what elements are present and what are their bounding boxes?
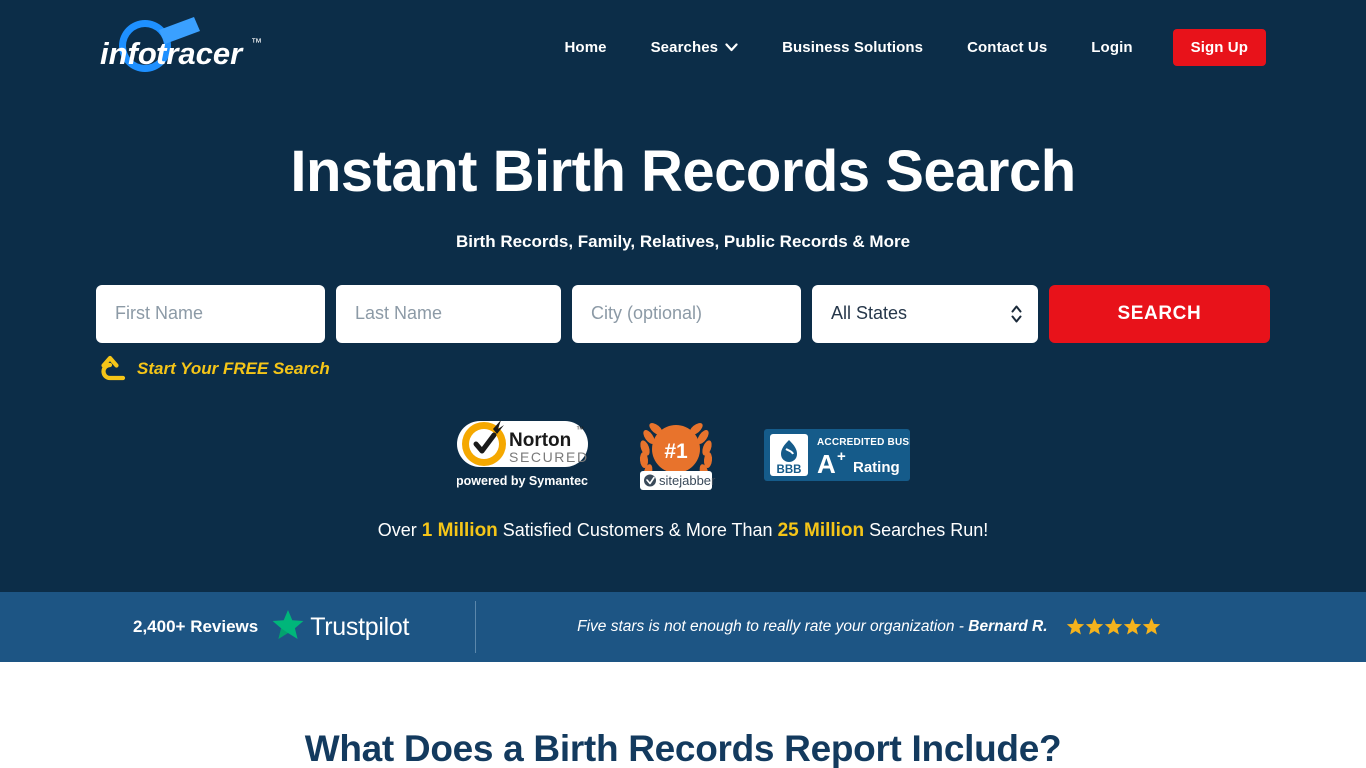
first-name-input[interactable]	[96, 284, 325, 343]
infotracer-logo[interactable]: info tracer ™	[96, 14, 274, 82]
content-section: What Does a Birth Records Report Include…	[0, 662, 1366, 768]
hero-section: info tracer ™ Home Searches Business Sol…	[0, 0, 1366, 592]
page-subtitle: Birth Records, Family, Relatives, Public…	[455, 231, 911, 251]
state-select-value: All States	[831, 303, 908, 324]
review-author: Bernard R.	[968, 618, 1048, 635]
nav-home[interactable]: Home	[543, 39, 629, 56]
trustpilot-brand-name: Trustpilot	[310, 612, 410, 641]
bbb-rating-word: Rating	[853, 459, 900, 476]
city-input[interactable]	[572, 284, 801, 343]
bbb-grade: A	[817, 449, 836, 479]
nav-searches[interactable]: Searches	[629, 39, 761, 56]
bbb-line1: ACCREDITED BUSINESS	[817, 437, 910, 448]
curved-arrow-up-icon	[96, 353, 128, 386]
svg-text:™: ™	[576, 425, 584, 434]
review-star-rating	[1066, 617, 1162, 637]
free-search-label: Start Your FREE Search	[137, 359, 330, 379]
trust-badges: Norton ™ SECURED powered by Symantec #1 …	[0, 414, 1366, 496]
last-name-input[interactable]	[336, 284, 561, 343]
trustpilot-summary: 2,400+ Reviews Trustpilot	[0, 609, 409, 645]
nav-login-label: Login	[1091, 39, 1133, 56]
site-header: info tracer ™ Home Searches Business Sol…	[0, 0, 1366, 95]
chevron-down-icon	[725, 43, 738, 52]
review-quote-text: Five stars is not enough to really rate …	[577, 618, 969, 635]
nav-contact-us-label: Contact Us	[967, 39, 1048, 56]
stats-highlight-searches: 25 Million	[777, 519, 865, 541]
trustpilot-review: Five stars is not enough to really rate …	[577, 617, 1161, 637]
norton-title: Norton	[509, 430, 571, 451]
stepper-arrows-icon	[1010, 303, 1023, 325]
trustpilot-bar: 2,400+ Reviews Trustpilot Five stars is …	[0, 592, 1366, 662]
search-button[interactable]: SEARCH	[1048, 284, 1270, 343]
bbb-grade-sup: +	[837, 448, 846, 465]
sign-up-button[interactable]: Sign Up	[1172, 29, 1266, 66]
main-navigation: Home Searches Business Solutions Contact…	[543, 29, 1266, 66]
nav-home-label: Home	[564, 39, 607, 56]
sitejabber-rank: #1	[664, 440, 688, 463]
free-search-callout: Start Your FREE Search	[0, 353, 1366, 386]
stats-suffix: Searches Run!	[864, 519, 989, 540]
nav-contact-us[interactable]: Contact Us	[945, 39, 1069, 56]
nav-searches-label: Searches	[650, 39, 719, 56]
section-title: What Does a Birth Records Report Include…	[304, 728, 1062, 768]
svg-text:tracer: tracer	[156, 36, 244, 71]
nav-login[interactable]: Login	[1069, 39, 1154, 56]
svg-text:info: info	[100, 36, 157, 71]
state-select[interactable]: All States	[812, 284, 1038, 343]
bbb-badge: BBB ACCREDITED BUSINESS A + Rating	[763, 428, 940, 481]
review-quote-wrapper: Five stars is not enough to really rate …	[577, 618, 1047, 636]
sitejabber-label: sitejabber	[659, 473, 716, 488]
bbb-acronym: BBB	[776, 464, 801, 476]
norton-footer: powered by Symantec	[457, 474, 588, 488]
norton-subtitle: SECURED	[509, 449, 588, 465]
svg-text:™: ™	[251, 37, 262, 49]
vertical-divider	[475, 601, 477, 653]
trustpilot-logo[interactable]: Trustpilot	[272, 609, 409, 645]
search-form: All States SEARCH	[0, 284, 1366, 343]
stats-highlight-customers: 1 Million	[421, 519, 498, 541]
norton-secured-badge: Norton ™ SECURED powered by Symantec	[456, 415, 588, 495]
page-title: Instant Birth Records Search	[290, 139, 1076, 204]
stats-line: Over 1 Million Satisfied Customers & Mor…	[0, 520, 1366, 542]
stats-middle: Satisfied Customers & More Than	[497, 519, 778, 540]
trustpilot-star-icon	[272, 609, 304, 645]
nav-business-solutions-label: Business Solutions	[782, 39, 924, 56]
nav-business-solutions[interactable]: Business Solutions	[760, 39, 945, 56]
sitejabber-badge: #1 sitejabber	[636, 415, 716, 495]
stats-prefix: Over	[377, 519, 422, 540]
trustpilot-review-count: 2,400+ Reviews	[133, 617, 259, 636]
